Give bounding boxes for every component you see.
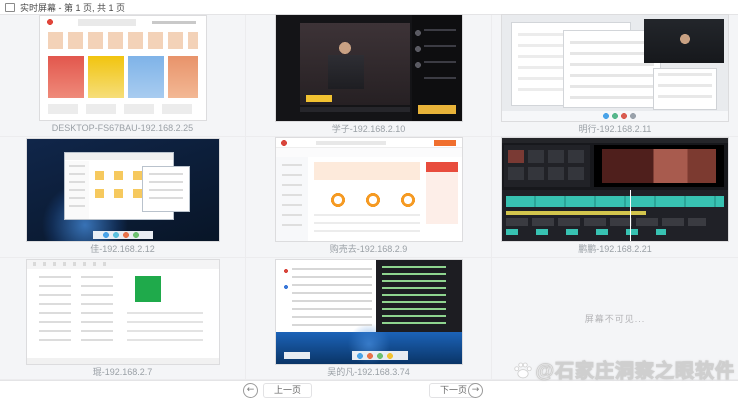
screen-cell-6: 鹏鹏-192.168.2.21 (492, 137, 738, 259)
screen-thumbnail-wudefan[interactable] (276, 260, 462, 364)
screen-cell-1: DESKTOP-FS67BAU-192.168.2.25 (0, 15, 246, 137)
screen-thumbnail-goumaiqu[interactable] (276, 138, 462, 241)
prev-page-arrow-button[interactable]: ← (243, 383, 258, 398)
screen-label: 学子-192.168.2.10 (332, 124, 406, 135)
title-bar: 实时屏幕 - 第 1 页, 共 1 页 (0, 0, 738, 15)
screen-thumbnail-kun[interactable] (27, 260, 219, 364)
screen-label: 佳-192.168.2.12 (90, 244, 155, 255)
screen-label: 鹏鹏-192.168.2.21 (578, 244, 652, 255)
screen-thumbnail-jia[interactable] (27, 139, 219, 241)
screen-thumbnail-xuezi[interactable] (276, 15, 462, 121)
screen-unavailable-text: 屏幕不可见... (585, 312, 646, 325)
window-title: 实时屏幕 - 第 1 页, 共 1 页 (20, 1, 125, 14)
window-icon (5, 3, 15, 12)
screens-grid: DESKTOP-FS67BAU-192.168.2.25 学子-192.168.… (0, 15, 738, 380)
prev-page-button[interactable]: 上一页 (263, 383, 312, 398)
screen-label: 明行-192.168.2.11 (579, 124, 652, 135)
pagination-bar: ← 上一页 下一页 → (0, 380, 738, 400)
screen-thumbnail-desktop-fs67bau[interactable] (40, 16, 206, 120)
left-arrow-icon: ← (247, 385, 255, 395)
next-page-arrow-button[interactable]: → (468, 383, 483, 398)
screen-cell-4: 佳-192.168.2.12 (0, 137, 246, 259)
right-arrow-icon: → (472, 385, 480, 395)
screen-cell-9-empty: 屏幕不可见... (492, 258, 738, 380)
screen-label: 琨-192.168.2.7 (93, 367, 153, 378)
screen-cell-5: 购売去-192.168.2.9 (246, 137, 492, 259)
screen-label: DESKTOP-FS67BAU-192.168.2.25 (52, 123, 193, 134)
screen-cell-2: 学子-192.168.2.10 (246, 15, 492, 137)
screen-thumbnail-pengpeng[interactable] (502, 138, 728, 241)
screen-cell-8: 吴的凡-192.168.3.74 (246, 258, 492, 380)
screen-thumbnail-mingxing[interactable] (502, 15, 728, 121)
screen-label: 购売去-192.168.2.9 (330, 244, 408, 255)
screen-cell-7: 琨-192.168.2.7 (0, 258, 246, 380)
screen-label: 吴的凡-192.168.3.74 (327, 367, 410, 378)
screen-cell-3: 明行-192.168.2.11 (492, 15, 738, 137)
